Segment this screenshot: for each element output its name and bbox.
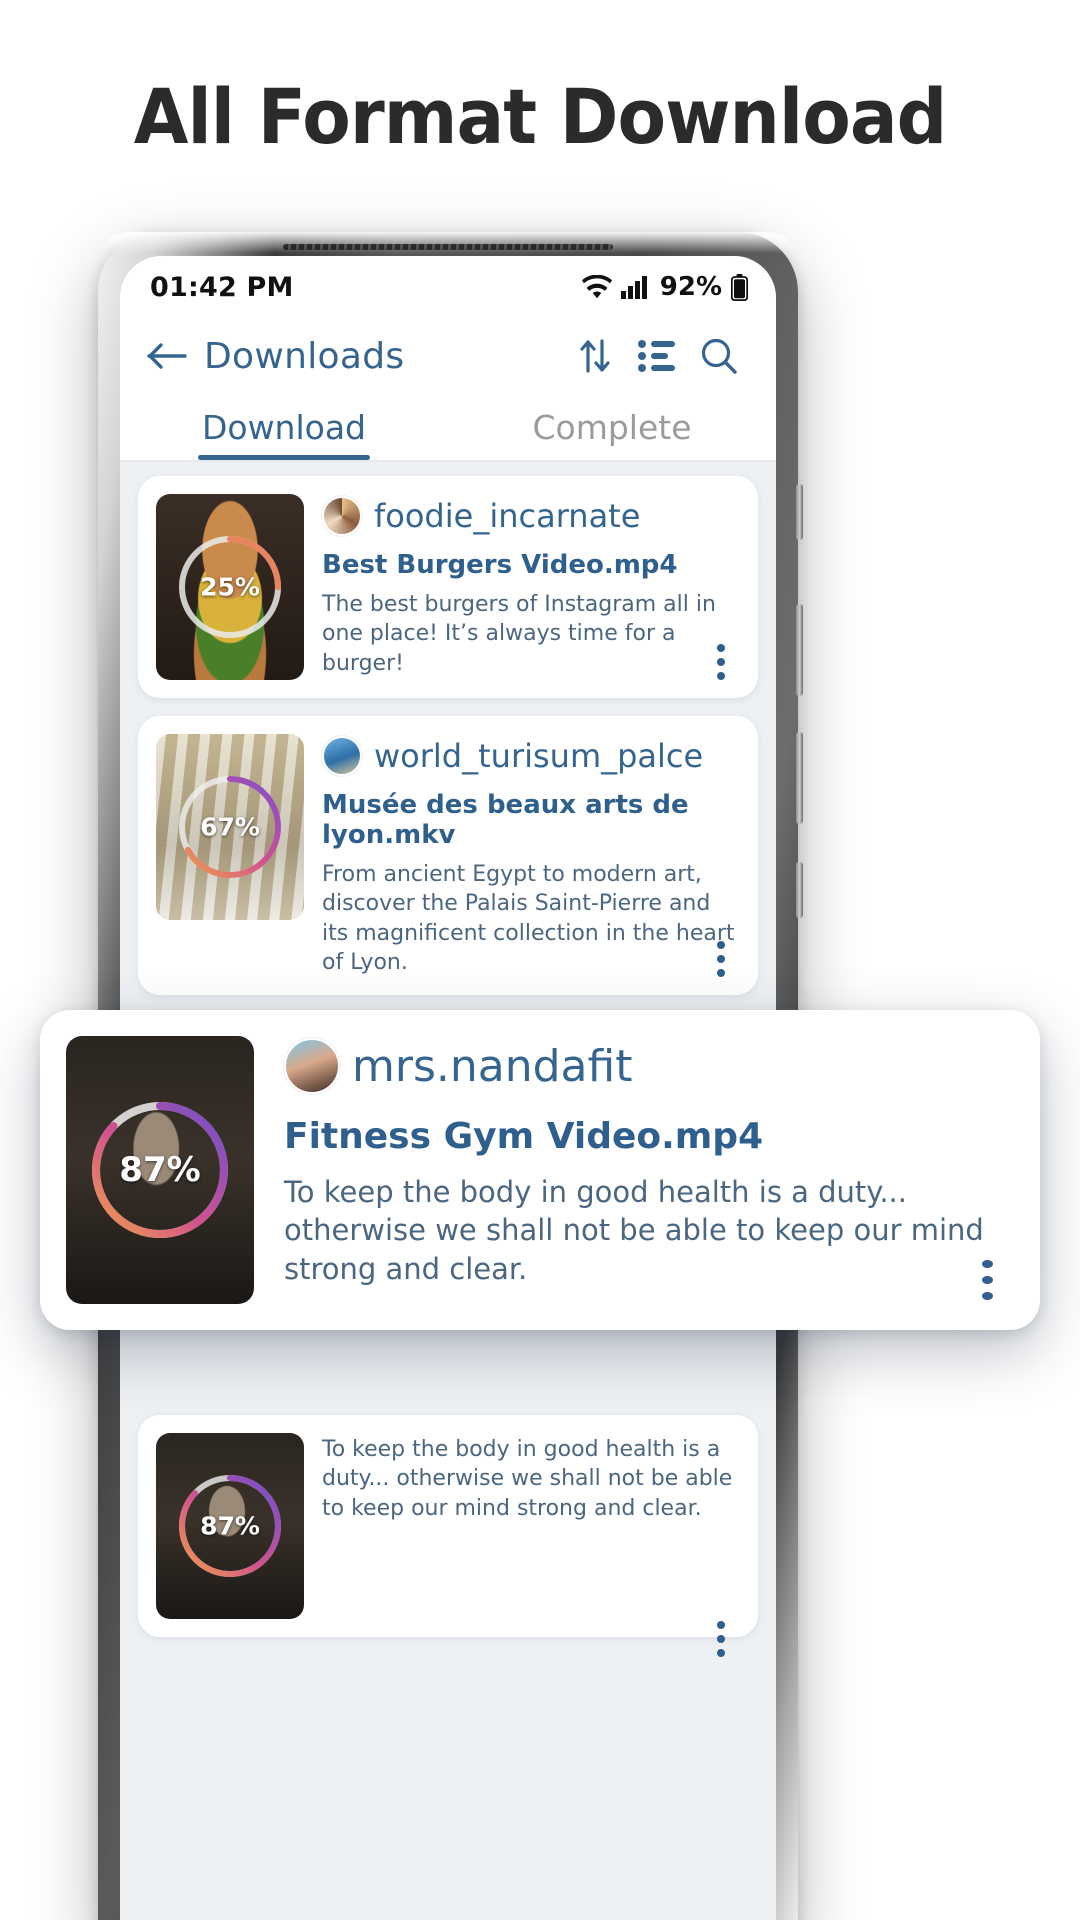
- filename: Best Burgers Video.mp4: [322, 550, 678, 580]
- tab-inactive-indicator: [526, 455, 698, 460]
- list-view-icon[interactable]: [626, 339, 688, 373]
- status-time: 01:42 PM: [150, 271, 294, 303]
- username: world_turisum_palce: [374, 737, 704, 775]
- download-list-item[interactable]: 67% world_turisum_palce Musée des beaux …: [138, 716, 758, 995]
- download-item-header: world_turisum_palce: [322, 736, 740, 776]
- museum-thumbnail: 67%: [156, 734, 304, 920]
- username: foodie_incarnate: [374, 497, 641, 535]
- tab-bar: Download Complete: [120, 394, 776, 460]
- description: From ancient Egypt to modern art, discov…: [322, 862, 735, 975]
- download-item-body: foodie_incarnate Best Burgers Video.mp4 …: [322, 494, 740, 680]
- download-item-body: To keep the body in good health is a dut…: [322, 1433, 740, 1657]
- more-options-icon[interactable]: [704, 642, 738, 682]
- description: To keep the body in good health is a dut…: [284, 1175, 984, 1286]
- wifi-icon: [581, 275, 612, 299]
- username: mrs.nandafit: [352, 1040, 633, 1092]
- progress-percent: 87%: [200, 1511, 260, 1541]
- more-options-icon[interactable]: [704, 1619, 738, 1659]
- gym-thumbnail: 87%: [66, 1036, 254, 1304]
- gym-thumbnail: 87%: [156, 1433, 304, 1619]
- highlighted-download-card[interactable]: 87% mrs.nandafit Fitness Gym Video.mp4 T…: [40, 1010, 1040, 1330]
- download-item-body: world_turisum_palce Musée des beaux arts…: [322, 734, 740, 977]
- avatar: [322, 736, 362, 776]
- avatar: [284, 1038, 340, 1094]
- signal-bars-icon: [620, 275, 649, 299]
- progress-percent: 67%: [200, 812, 260, 842]
- volume-down-button: [796, 732, 803, 824]
- progress-percent: 25%: [200, 572, 260, 602]
- filename: Fitness Gym Video.mp4: [284, 1116, 764, 1157]
- download-list-item[interactable]: 87% To keep the body in good health is a…: [138, 1415, 758, 1657]
- back-arrow-icon[interactable]: [146, 341, 194, 371]
- volume-up-button: [796, 604, 803, 696]
- overlay-card-header: mrs.nandafit: [284, 1038, 1010, 1094]
- power-button: [796, 862, 803, 918]
- battery-icon: [731, 273, 748, 301]
- page-title-downloads: Downloads: [204, 335, 405, 377]
- description: To keep the body in good health is a dut…: [322, 1437, 733, 1521]
- download-list-item[interactable]: 25% foodie_incarnate Best Burgers Video.…: [138, 476, 758, 698]
- overlay-card-body: mrs.nandafit Fitness Gym Video.mp4 To ke…: [284, 1036, 1010, 1304]
- battery-percent: 92%: [659, 272, 722, 302]
- tab-download-label: Download: [201, 408, 367, 447]
- filename: Musée des beaux arts de lyon.mkv: [322, 790, 689, 850]
- page-title: All Format Download: [133, 72, 948, 161]
- description: The best burgers of Instagram all in one…: [322, 592, 716, 676]
- tab-complete[interactable]: Complete: [448, 394, 776, 460]
- avatar: [322, 496, 362, 536]
- burger-thumbnail: 25%: [156, 494, 304, 680]
- tab-complete-label: Complete: [532, 408, 692, 447]
- status-bar: 01:42 PM 92%: [120, 256, 776, 318]
- more-options-icon[interactable]: [704, 939, 738, 979]
- download-item-header: foodie_incarnate: [322, 496, 740, 536]
- progress-percent: 87%: [119, 1150, 201, 1190]
- tab-active-indicator: [198, 455, 370, 460]
- sort-icon[interactable]: [564, 336, 626, 376]
- side-button-top: [796, 484, 803, 540]
- app-bar: Downloads: [120, 318, 776, 394]
- more-options-icon[interactable]: [970, 1260, 1004, 1300]
- screenshot-root: All Format Download 01:42 PM 92% Downloa…: [0, 0, 1080, 1920]
- earpiece-speaker: [283, 244, 613, 250]
- search-icon[interactable]: [688, 337, 750, 375]
- status-icons: 92%: [581, 272, 748, 302]
- tab-download[interactable]: Download: [120, 394, 448, 460]
